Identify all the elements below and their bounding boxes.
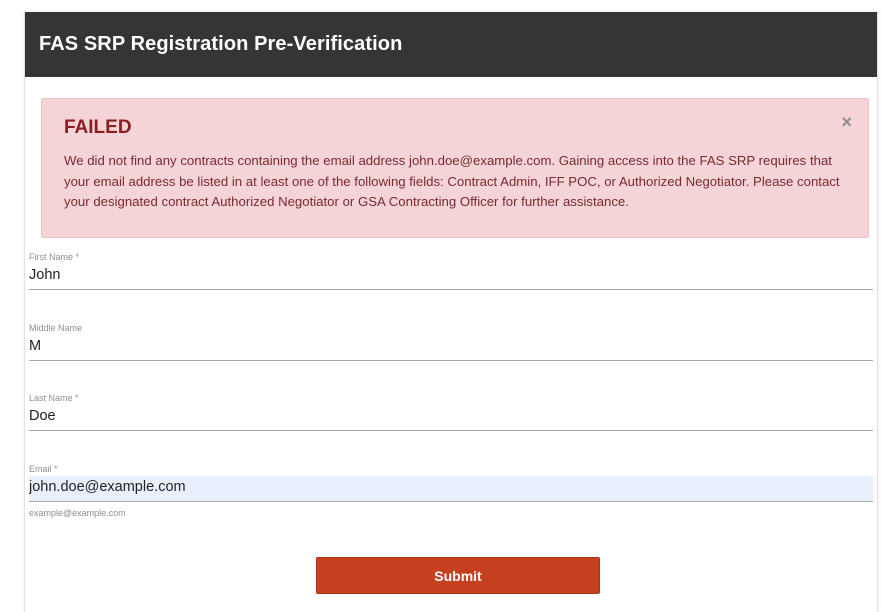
first-name-label: First Name * <box>29 252 80 262</box>
middle-name-field: Middle Name <box>29 323 873 361</box>
error-alert: FAILED We did not find any contracts con… <box>41 98 869 238</box>
submit-button[interactable]: Submit <box>316 557 600 594</box>
alert-message: We did not find any contracts containing… <box>64 153 840 209</box>
page-title: FAS SRP Registration Pre-Verification <box>39 33 403 55</box>
first-name-input[interactable] <box>29 264 873 290</box>
first-name-field: First Name * <box>29 252 873 290</box>
last-name-label: Last Name * <box>29 393 79 403</box>
email-hint: example@example.com <box>29 508 126 518</box>
middle-name-input[interactable] <box>29 335 873 361</box>
last-name-input[interactable] <box>29 405 873 431</box>
email-input[interactable] <box>29 476 873 502</box>
last-name-field: Last Name * <box>29 393 873 431</box>
page-header: FAS SRP Registration Pre-Verification <box>25 12 877 77</box>
email-field: Email * example@example.com <box>29 464 873 518</box>
alert-title: FAILED <box>64 117 132 138</box>
registration-card: FAS SRP Registration Pre-Verification FA… <box>24 12 878 612</box>
close-icon[interactable]: × <box>841 113 852 131</box>
email-label: Email * <box>29 464 58 474</box>
middle-name-label: Middle Name <box>29 323 83 333</box>
